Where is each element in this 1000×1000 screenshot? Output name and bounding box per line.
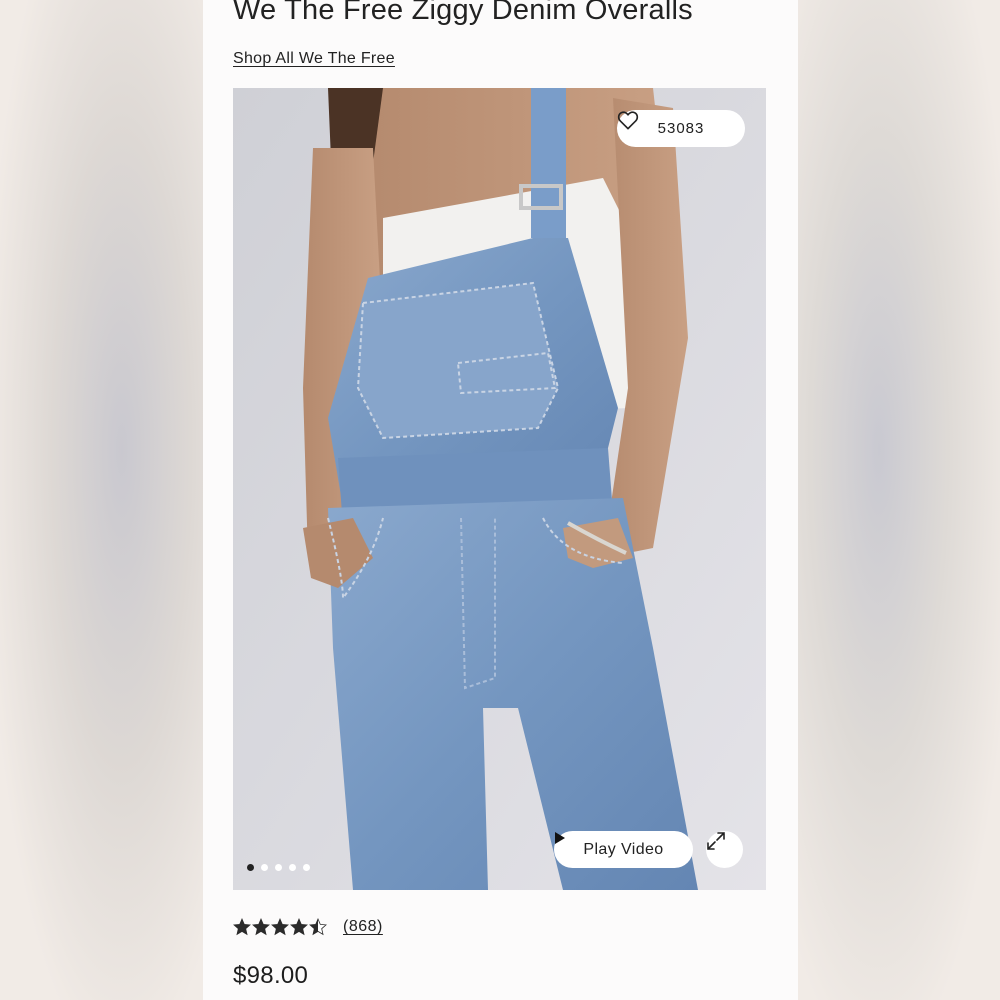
product-title: We The Free Ziggy Denim Overalls [233,0,693,26]
expand-image-button[interactable] [706,831,743,868]
play-video-button[interactable]: Play Video [554,831,693,868]
review-count-link[interactable]: (868) [343,918,383,936]
star-rating [233,918,327,936]
star-icon [233,918,251,936]
star-icon [309,918,327,936]
favorite-count: 53083 [657,120,705,137]
play-icon [555,832,565,844]
heart-icon [617,111,639,130]
star-icon [290,918,308,936]
star-icon [271,918,289,936]
star-icon [252,918,270,936]
gallery-dot[interactable] [261,864,268,871]
shop-all-link[interactable]: Shop All We The Free [233,50,395,68]
background-left [0,0,203,1000]
favorite-button[interactable]: 53083 [617,110,745,147]
gallery-dot[interactable] [303,864,310,871]
gallery-dot[interactable] [289,864,296,871]
product-price: $98.00 [233,962,309,989]
background-right [798,0,1000,1000]
product-rating: (868) [233,918,383,936]
expand-icon [707,832,725,850]
gallery-dot[interactable] [247,864,254,871]
gallery-dot[interactable] [275,864,282,871]
play-video-label: Play Video [583,840,664,858]
product-panel: We The Free Ziggy Denim Overalls Shop Al… [203,0,798,1000]
product-image-gallery[interactable]: 53083 Play Video [233,88,766,890]
gallery-dots [247,864,310,871]
product-photo [233,88,766,890]
